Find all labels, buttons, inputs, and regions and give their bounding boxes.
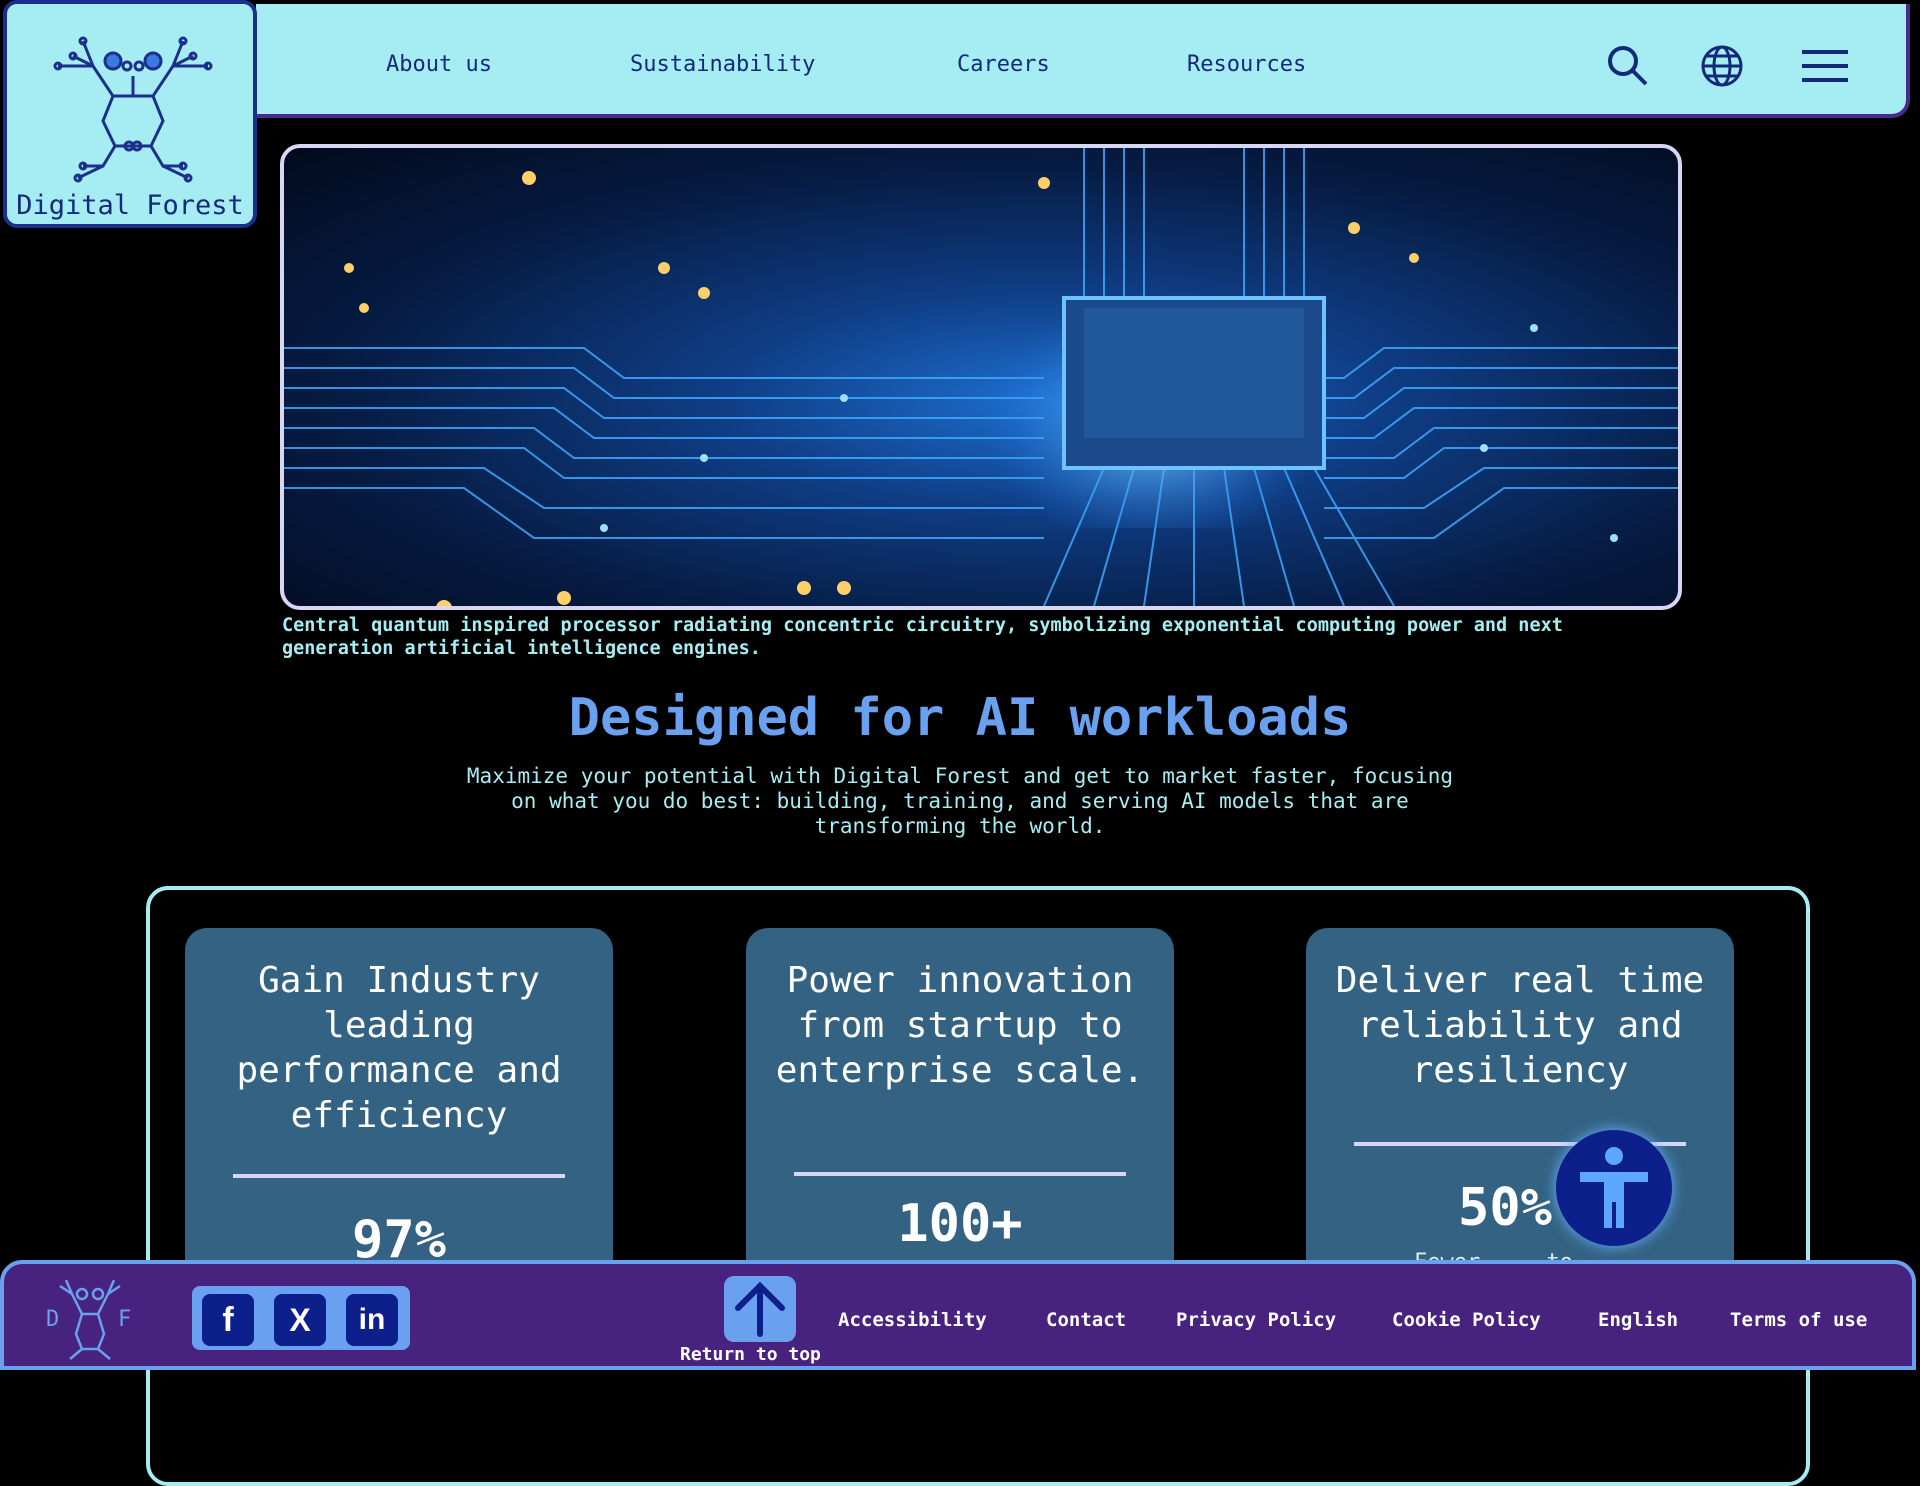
footer-link-cookie-policy[interactable]: Cookie Policy (1392, 1309, 1541, 1331)
site-header: About us Sustainability Careers Resource… (256, 4, 1910, 118)
footer-link-privacy-policy[interactable]: Privacy Policy (1176, 1309, 1336, 1331)
footer-initial-d: D (46, 1307, 59, 1332)
nav-sustainability[interactable]: Sustainability (630, 52, 815, 77)
hero-image (280, 144, 1682, 610)
brand-name: Digital Forest (16, 190, 244, 221)
card-title: Power innovation from startup to enterpr… (775, 960, 1145, 1091)
card-title: Deliver real time reliability and resili… (1335, 960, 1705, 1091)
accessibility-icon (1580, 1147, 1648, 1228)
globe-icon[interactable] (1700, 44, 1744, 92)
x-icon[interactable]: X (274, 1294, 326, 1346)
hero-caption: Central quantum inspired processor radia… (282, 615, 1563, 659)
card-divider (794, 1172, 1126, 1176)
circuit-board-graphic (284, 148, 1678, 606)
section-description: Maximize your potential with Digital For… (466, 764, 1454, 838)
hamburger-menu-icon[interactable] (1800, 44, 1850, 92)
card-title: Gain Industry leading performance and ef… (236, 960, 562, 1136)
footer-initial-f: F (118, 1307, 131, 1332)
site-footer: D F f X in Return to top Accessibility C… (0, 1260, 1916, 1370)
nav-resources[interactable]: Resources (1187, 52, 1306, 77)
footer-link-accessibility[interactable]: Accessibility (838, 1309, 987, 1331)
accessibility-button[interactable] (1556, 1130, 1672, 1246)
search-icon[interactable] (1606, 44, 1650, 92)
footer-link-contact[interactable]: Contact (1046, 1309, 1126, 1331)
linkedin-icon[interactable]: in (346, 1294, 398, 1346)
footer-link-terms-of-use[interactable]: Terms of use (1730, 1309, 1867, 1331)
return-to-top-button[interactable] (724, 1276, 796, 1342)
social-links: f X in (192, 1286, 410, 1350)
nav-careers[interactable]: Careers (957, 52, 1050, 77)
tree-logo-icon (53, 36, 213, 183)
facebook-icon[interactable]: f (202, 1294, 254, 1346)
nav-about-us[interactable]: About us (386, 52, 492, 77)
section-title: Designed for AI workloads (568, 688, 1352, 748)
arrow-up-icon (735, 1281, 785, 1337)
footer-link-language[interactable]: English (1598, 1309, 1678, 1331)
site-logo[interactable]: Digital Forest (3, 0, 257, 228)
card-divider (233, 1174, 565, 1178)
return-to-top-label[interactable]: Return to top (680, 1344, 821, 1365)
card-stat: 100+ (897, 1194, 1023, 1254)
footer-logo-icon[interactable]: D F (42, 1274, 138, 1364)
